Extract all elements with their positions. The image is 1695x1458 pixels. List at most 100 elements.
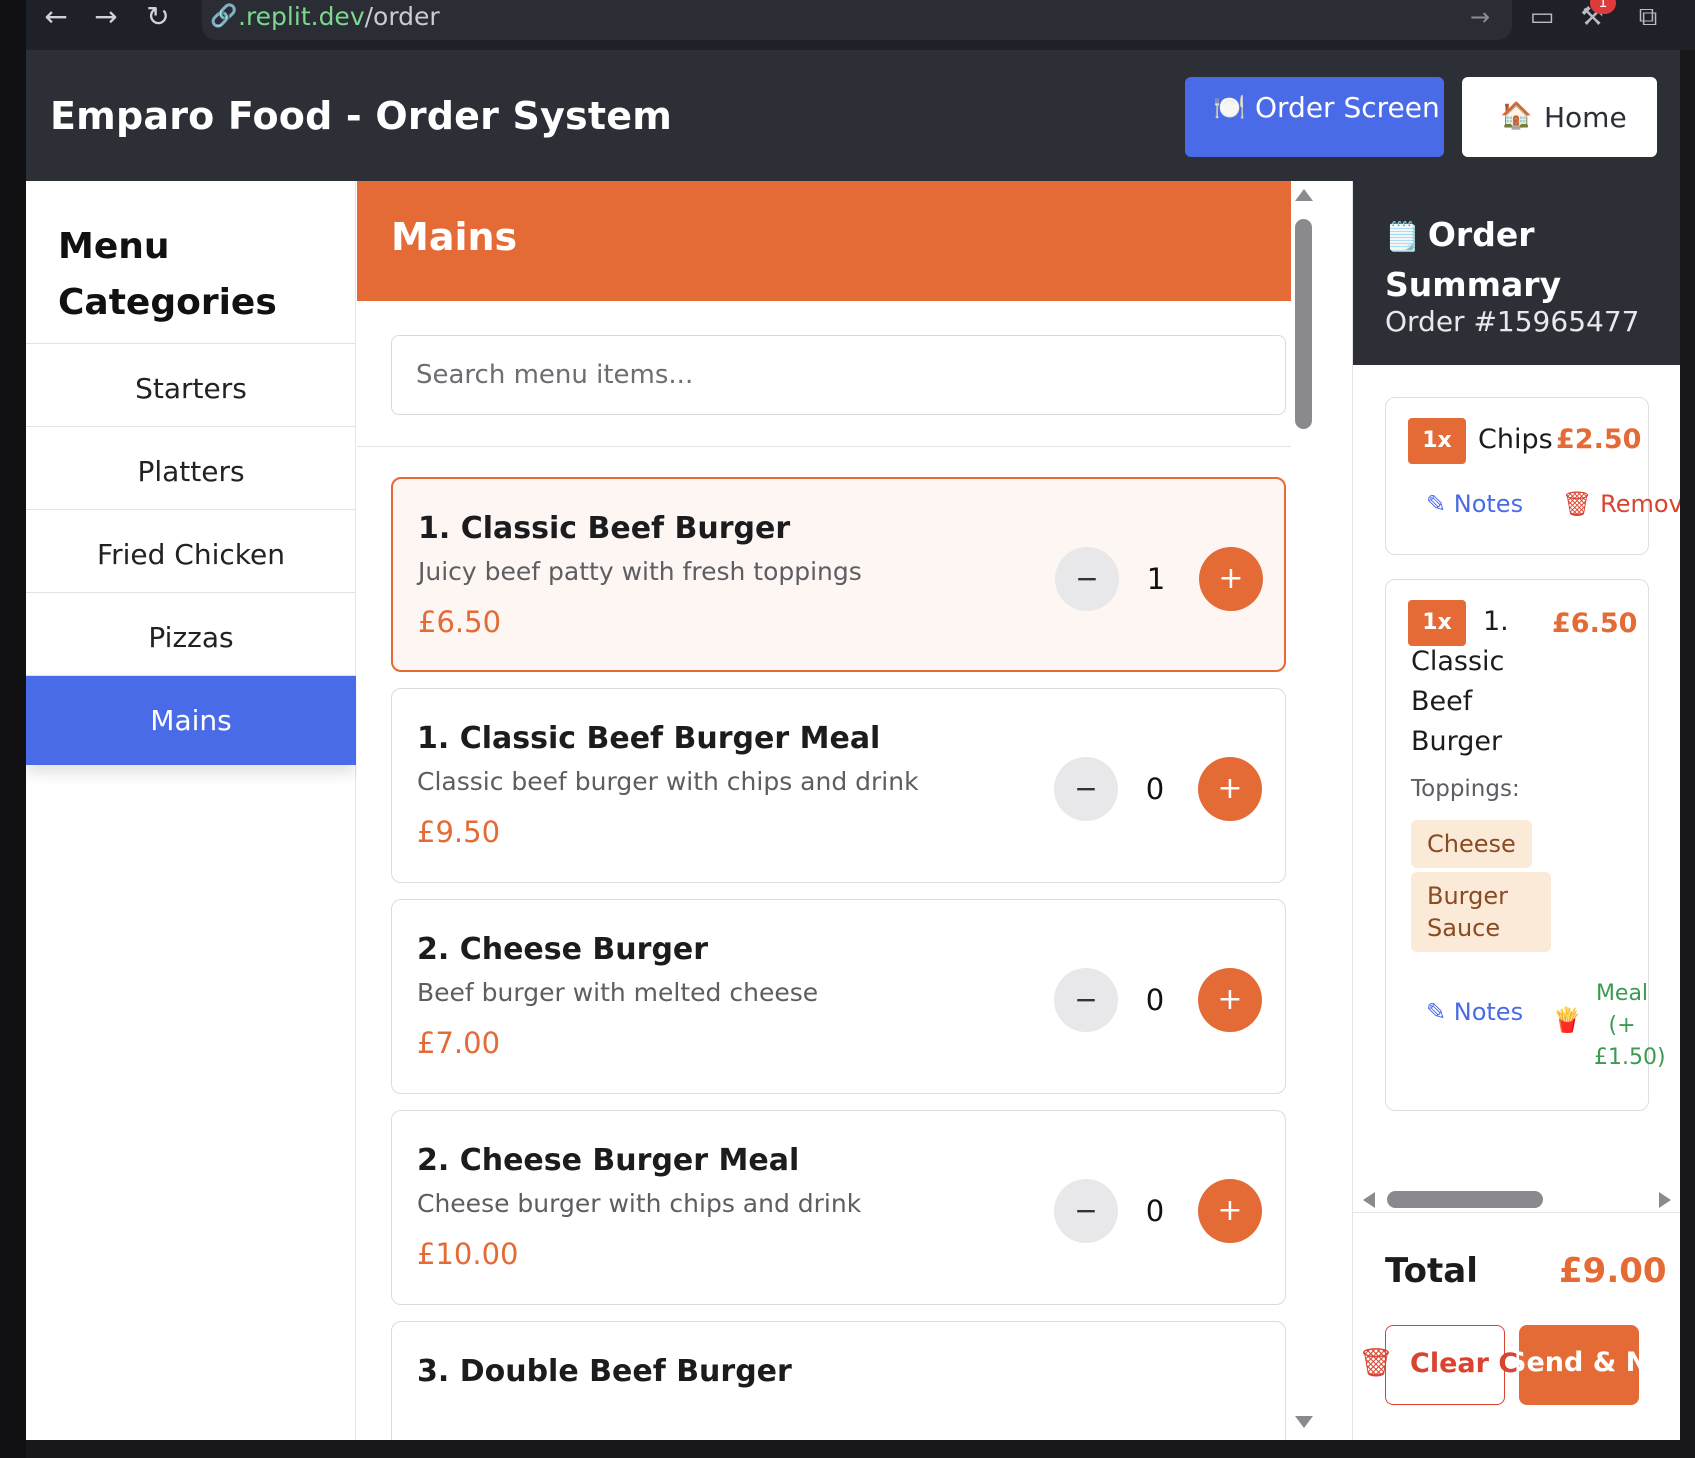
horizontal-scrollbar[interactable]: [1353, 1185, 1680, 1213]
send-next-button[interactable]: Send & Next: [1519, 1325, 1639, 1405]
remove-label: Remove: [1600, 490, 1680, 518]
total-value: £9.00: [1559, 1251, 1667, 1291]
order-items-list[interactable]: 1x Chips £2.50 ✎ Notes 🗑 Remove 1x 1. Cl…: [1353, 365, 1680, 1185]
order-summary-title: 🗒️ Order Summary: [1385, 211, 1645, 309]
notes-label: Notes: [1453, 490, 1524, 518]
url-path: /order: [364, 2, 440, 31]
quantity-value: 0: [1145, 1194, 1165, 1228]
menu-item-card[interactable]: 2. Cheese Burger Meal Cheese burger with…: [391, 1110, 1286, 1305]
menu-item-name: 2. Cheese Burger Meal: [417, 1143, 800, 1178]
increase-quantity-button[interactable]: +: [1199, 547, 1263, 611]
menu-item-description: Juicy beef patty with fresh toppings: [418, 557, 862, 586]
menu-panel: Mains 1. Classic Beef Burger Juicy beef …: [357, 181, 1300, 1440]
menu-item-name: 2. Cheese Burger: [417, 932, 709, 967]
menu-item-price: £9.50: [417, 815, 501, 849]
toppings-label: Toppings:: [1411, 776, 1520, 802]
sidebar-item-pizzas[interactable]: Pizzas: [26, 592, 356, 682]
sidebar-heading: Menu Categories: [58, 226, 277, 323]
category-header: Mains: [357, 181, 1300, 301]
topping-chip: Burger Sauce: [1411, 872, 1551, 952]
menu-item-name: 3. Double Beef Burger: [417, 1354, 792, 1389]
app-title: Emparo Food - Order System: [50, 94, 673, 138]
window-edge: [0, 0, 26, 1458]
receipt-icon: 🗒️: [1385, 220, 1420, 253]
order-item-name: Chips: [1478, 424, 1553, 455]
notes-button[interactable]: ✎ Notes: [1426, 490, 1523, 518]
menu-item-card[interactable]: 1. Classic Beef Burger Meal Classic beef…: [391, 688, 1286, 883]
url-text[interactable]: .replit.dev/order: [238, 0, 440, 34]
notes-button[interactable]: ✎ Notes: [1426, 998, 1523, 1026]
sidebar-item-starters[interactable]: Starters: [26, 343, 356, 433]
quantity-value: 0: [1145, 772, 1165, 806]
browser-window: ← → ↻ 🔗 .replit.dev/order → ▭ ⚒ 1 ⧉ Empa…: [0, 0, 1695, 1458]
url-domain: .replit.dev: [238, 2, 365, 31]
category-title: Mains: [391, 215, 518, 259]
scroll-up-icon[interactable]: [1295, 189, 1313, 201]
order-item-price: £6.50: [1552, 608, 1638, 639]
open-external-icon[interactable]: ⧉: [1628, 0, 1668, 36]
go-arrow-icon[interactable]: →: [1470, 0, 1490, 34]
scrollbar-thumb[interactable]: [1387, 1191, 1543, 1208]
home-label: Home: [1544, 101, 1627, 134]
pencil-icon: ✎: [1426, 998, 1454, 1026]
app-container: Emparo Food - Order System 🍽️ Order Scre…: [26, 50, 1680, 1440]
menu-item-description: Cheese burger with chips and drink: [417, 1189, 862, 1218]
order-item: 1x 1. Classic Beef Burger £6.50 Toppings…: [1385, 579, 1666, 1111]
menu-item-price: £6.50: [418, 605, 502, 639]
total-label: Total: [1385, 1251, 1478, 1291]
vertical-scrollbar[interactable]: [1291, 181, 1317, 1440]
home-button[interactable]: 🏠 Home: [1462, 77, 1657, 157]
order-screen-button[interactable]: 🍽️ Order Screen: [1185, 77, 1444, 157]
trash-icon: 🗑: [1358, 1346, 1394, 1379]
scroll-down-icon[interactable]: [1295, 1416, 1313, 1428]
increase-quantity-button[interactable]: +: [1198, 1179, 1262, 1243]
clear-cart-button[interactable]: 🗑 Clear Cart: [1358, 1325, 1563, 1405]
decrease-quantity-button[interactable]: −: [1054, 968, 1118, 1032]
fries-icon[interactable]: 🍟: [1552, 1004, 1582, 1036]
sidebar-item-mains[interactable]: Mains: [26, 675, 356, 765]
decrease-quantity-button[interactable]: −: [1055, 547, 1119, 611]
order-item-price: £2.50: [1556, 424, 1642, 455]
scroll-left-icon[interactable]: [1363, 1192, 1375, 1208]
sidebar-item-fried-chicken[interactable]: Fried Chicken: [26, 509, 356, 599]
topping-chip: Cheese: [1411, 820, 1532, 868]
order-item: 1x Chips £2.50 ✎ Notes 🗑 Remove: [1385, 397, 1680, 555]
increase-quantity-button[interactable]: +: [1198, 757, 1262, 821]
remove-button[interactable]: 🗑 Remove: [1562, 490, 1680, 518]
notification-badge: 1: [1590, 0, 1616, 14]
menu-item-description: Beef burger with melted cheese: [417, 978, 819, 1007]
sidebar-item-platters[interactable]: Platters: [26, 426, 356, 516]
pencil-icon: ✎: [1426, 490, 1454, 518]
screen-cast-icon[interactable]: ▭: [1522, 0, 1562, 36]
reload-icon[interactable]: ↻: [138, 0, 178, 34]
category-sidebar: Menu Categories Starters Platters Fried …: [26, 181, 356, 1440]
menu-item-card[interactable]: 2. Cheese Burger Beef burger with melted…: [391, 899, 1286, 1094]
order-item-qty: 1x: [1408, 418, 1466, 464]
menu-item-price: £10.00: [417, 1237, 519, 1271]
menu-item-price: £7.00: [417, 1026, 501, 1060]
menu-item-card[interactable]: 3. Double Beef Burger: [391, 1321, 1286, 1440]
order-summary-panel: 🗒️ Order Summary Order #15965477 1x Chips…: [1352, 181, 1680, 1440]
notes-label: Notes: [1453, 998, 1524, 1026]
menu-item-card[interactable]: 1. Classic Beef Burger Juicy beef patty …: [391, 477, 1286, 672]
trash-icon: 🗑: [1562, 490, 1601, 518]
quantity-value: 0: [1145, 983, 1165, 1017]
menu-item-name: 1. Classic Beef Burger Meal: [417, 721, 881, 756]
plate-icon: 🍽️: [1213, 93, 1246, 123]
forward-icon[interactable]: →: [86, 0, 126, 34]
app-header: Emparo Food - Order System 🍽️ Order Scre…: [26, 50, 1680, 181]
scroll-right-icon[interactable]: [1659, 1192, 1671, 1208]
scrollbar-thumb[interactable]: [1295, 219, 1312, 429]
back-icon[interactable]: ←: [36, 0, 76, 34]
meal-upgrade-button[interactable]: Meal (+ £1.50): [1594, 978, 1666, 1074]
menu-item-name: 1. Classic Beef Burger: [418, 511, 791, 546]
order-summary-header: 🗒️ Order Summary Order #15965477: [1353, 181, 1680, 365]
decrease-quantity-button[interactable]: −: [1054, 757, 1118, 821]
house-icon: 🏠: [1500, 101, 1533, 131]
increase-quantity-button[interactable]: +: [1198, 968, 1262, 1032]
search-input[interactable]: [391, 335, 1286, 415]
decrease-quantity-button[interactable]: −: [1054, 1179, 1118, 1243]
send-next-label: Send & Next: [1519, 1347, 1639, 1378]
search-section: [357, 301, 1300, 447]
link-icon: 🔗: [210, 4, 238, 29]
